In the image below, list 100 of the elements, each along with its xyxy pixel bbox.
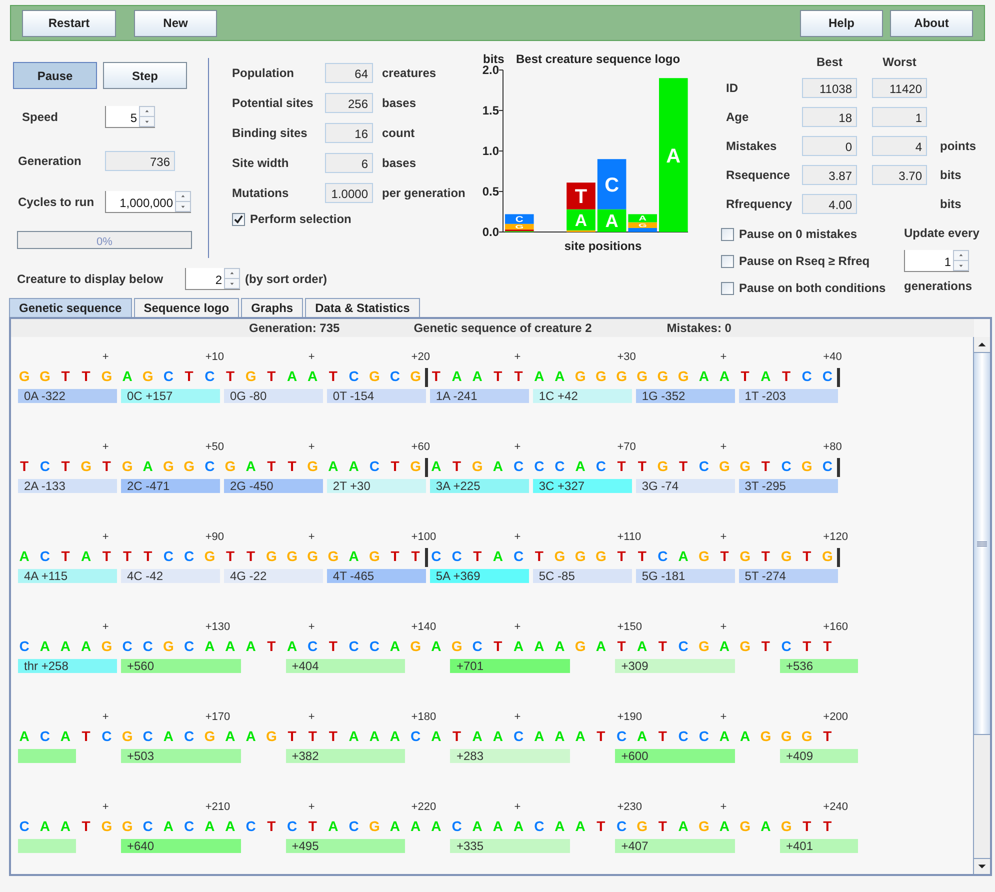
position-tick: +130: [205, 620, 230, 635]
checkbox[interactable]: [721, 282, 734, 294]
base-letter: G: [122, 727, 133, 746]
base-letter: T: [432, 367, 440, 386]
base-letter: G: [595, 547, 606, 566]
base-letter: G: [328, 547, 339, 566]
base-letter: G: [698, 637, 710, 656]
base-letter: G: [39, 367, 50, 386]
base-letter: A: [740, 727, 750, 746]
base-letter: C: [410, 727, 421, 746]
toolbar-button[interactable]: About: [890, 10, 973, 36]
spinner-field[interactable]: 1: [904, 250, 969, 272]
checkbox[interactable]: [232, 212, 245, 226]
toolbar-button[interactable]: New: [134, 10, 217, 36]
base-letter: G: [740, 817, 751, 836]
label: Mutations: [232, 185, 290, 202]
position-tick: +: [308, 350, 315, 365]
position-tick: +: [720, 620, 727, 635]
base-letter: T: [184, 367, 194, 386]
spinner-field[interactable]: 2: [185, 268, 240, 290]
base-letter: T: [288, 727, 296, 746]
position-tick: +: [102, 530, 109, 545]
tab[interactable]: Sequence logo: [134, 298, 240, 317]
base-letter: G: [574, 637, 586, 656]
base-letter: G: [740, 637, 751, 656]
label: Perform selection: [250, 211, 352, 228]
base-letter: A: [308, 367, 318, 386]
checkbox[interactable]: [721, 228, 734, 240]
base-letter: C: [822, 457, 833, 476]
base-letter: T: [390, 547, 400, 566]
value-field: 11038: [802, 78, 857, 98]
position-tick: +: [514, 440, 521, 455]
base-letter: A: [431, 457, 442, 476]
scrollbar[interactable]: [973, 337, 990, 874]
score-bar: +503: [120, 749, 241, 763]
position-tick: +: [308, 620, 315, 635]
base-letter: T: [267, 817, 276, 836]
position-tick: +200: [823, 710, 848, 725]
position-tick: +80: [823, 440, 842, 455]
label: Pause on both conditions: [739, 280, 886, 297]
base-letter: G: [368, 547, 380, 566]
tick-label: 0.0: [482, 225, 499, 239]
base-letter: T: [617, 637, 626, 656]
base-letter: T: [328, 637, 338, 656]
tab[interactable]: Data & Statistics: [305, 298, 420, 317]
base-letter: A: [328, 817, 338, 836]
label: Mistakes: [726, 138, 778, 155]
base-letter: T: [761, 547, 770, 566]
base-letter: T: [308, 727, 317, 746]
base-letter: A: [410, 817, 421, 836]
score-bar: 3T -295: [738, 479, 838, 493]
base-letter: T: [390, 457, 400, 476]
scroll-thumb[interactable]: [974, 353, 990, 735]
position-tick: +230: [617, 800, 642, 815]
position-tick: +50: [205, 440, 224, 455]
logo-letter: A: [605, 211, 618, 232]
checkbox[interactable]: [721, 254, 734, 268]
position-tick: +: [514, 800, 521, 815]
base-letter: A: [719, 817, 730, 836]
base-letter: G: [595, 367, 606, 386]
base-letter: A: [492, 817, 504, 836]
base-letter: T: [617, 547, 626, 566]
label: count: [382, 125, 415, 142]
base-letter: C: [781, 637, 792, 656]
tab[interactable]: Graphs: [241, 298, 304, 317]
base-letter: T: [473, 547, 482, 566]
base-letter: G: [266, 547, 277, 566]
base-letter: A: [678, 547, 688, 566]
spinner-field[interactable]: 1,000,000: [105, 191, 191, 213]
base-letter: G: [184, 457, 194, 476]
base-letter: A: [390, 817, 400, 836]
control-button[interactable]: Pause: [13, 62, 97, 89]
base-letter: A: [163, 727, 174, 746]
base-letter: C: [369, 637, 380, 656]
position-tick: +220: [411, 800, 436, 815]
score-bar: 4C -42: [120, 569, 220, 583]
control-button[interactable]: Step: [103, 62, 187, 89]
toolbar-button[interactable]: Help: [800, 10, 883, 36]
base-letter: T: [308, 817, 317, 836]
base-letter: C: [142, 637, 153, 656]
base-letter: G: [245, 367, 256, 386]
base-letter: G: [554, 547, 566, 566]
base-letter: C: [554, 457, 565, 476]
logo-letter: A: [574, 210, 588, 230]
label: Speed: [22, 109, 60, 126]
base-letter: A: [204, 817, 215, 836]
position-tick: +240: [823, 800, 848, 815]
base-letter: G: [122, 817, 133, 836]
score-bar: 5G -181: [636, 569, 735, 583]
toolbar-button[interactable]: Restart: [22, 10, 116, 36]
spinner-field[interactable]: 5: [105, 106, 155, 128]
value-field: 736: [105, 151, 175, 171]
base-letter: T: [596, 727, 606, 746]
base-letter: C: [122, 637, 132, 656]
base-letter: A: [596, 637, 606, 656]
position-tick: +: [720, 350, 727, 365]
tab[interactable]: Genetic sequence: [9, 298, 132, 317]
label: Cycles to run: [18, 194, 96, 211]
base-letter: G: [80, 457, 92, 476]
label: Genetic sequence of creature 2: [414, 320, 592, 337]
